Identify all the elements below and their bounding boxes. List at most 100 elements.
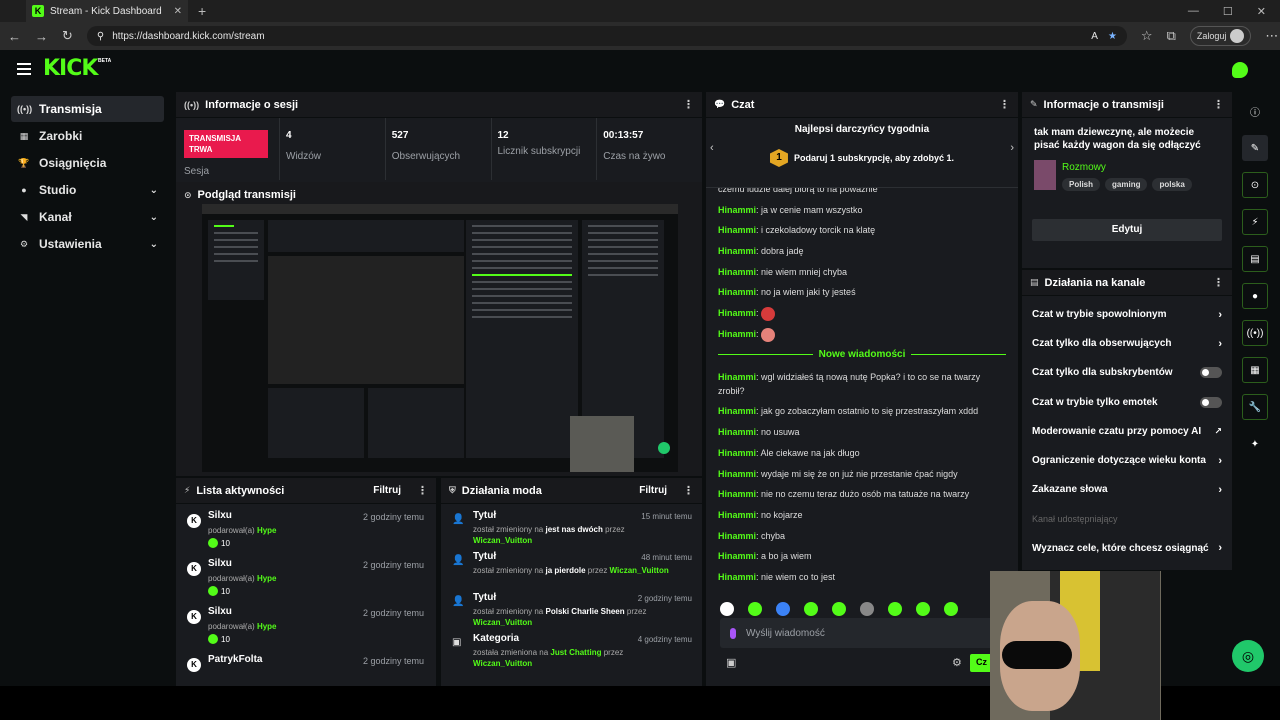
nav-settings[interactable]: ⚙ Ustawienia ⌄ [11,231,164,257]
minimize-icon[interactable]: — [1188,5,1199,18]
close-tab-icon[interactable]: ✕ [174,6,182,17]
activity-row: K Silxu 2 godziny temu podarował(a) Hype 10 [176,600,436,648]
session-icon: ((•)) [184,99,200,110]
nav-stream[interactable]: ((•)) Transmisja [11,96,164,122]
favorites-icon[interactable]: ☆ [1141,28,1153,44]
back-icon[interactable]: ← [8,29,21,44]
more-options-icon[interactable]: ⋮ [683,98,694,111]
chat-message: Hinammi: ja w cenie mam wszystko [718,204,863,215]
gear-icon[interactable]: ⚙ [952,656,962,669]
chat-message: Hinammi: no ja wiem jaki ty jesteś [718,287,856,298]
pencil-icon: ✎ [1030,99,1038,109]
emote-icon[interactable] [720,602,734,616]
preview-title: Podgląd transmisji [197,189,296,201]
preview-panel: ⊙ Podgląd transmisji [176,182,702,476]
chevron-right-icon: › [1218,454,1222,467]
preview-icon: ⊙ [184,189,192,200]
followers-only-row[interactable]: Czat tylko dla obserwujących › [1022,329,1232,358]
emote-icon[interactable] [944,602,958,616]
layout-icon[interactable]: ▦ [1242,357,1268,383]
browser-tab[interactable]: K Stream - Kick Dashboard ✕ [26,0,188,22]
ai-moderation-row[interactable]: Moderowanie czatu przy pomocy AI ↗ [1022,417,1232,446]
mod-filter-button[interactable]: Filtruj [639,485,667,496]
banned-words-row[interactable]: Zakazane słowa › [1022,475,1232,504]
chat-message: Hinammi: [718,306,1006,321]
emote-only-toggle[interactable] [1200,396,1222,408]
reload-icon[interactable]: ↻ [62,28,73,44]
chevron-right-icon[interactable]: › [1010,142,1014,154]
channel-actions-panel: ▤ Działania na kanale ⋮ Czat w trybie spow… [1022,270,1232,570]
subs-only-toggle[interactable] [1200,367,1222,379]
chevron-left-icon[interactable]: ‹ [710,142,714,154]
stream-preview-video[interactable] [202,204,678,472]
mic-icon[interactable] [730,627,736,639]
kick-logo[interactable]: KICK [43,56,98,81]
preview-icon[interactable]: ⊙ [1242,172,1268,198]
session-title: Informacje o sesji [205,98,299,111]
chat-icon[interactable]: ● [1242,283,1268,309]
gift-icon[interactable]: ▣ [726,656,736,669]
read-aloud-icon[interactable]: A [1091,31,1098,42]
chat-message: Hinammi: no usuwa [718,427,800,438]
emote-icon[interactable] [888,602,902,616]
account-age-row[interactable]: Ograniczenie dotyczące wieku konta › [1022,446,1232,475]
activity-row: K Silxu 2 godziny temu podarował(a) Hype 10 [176,504,436,552]
more-options-icon[interactable]: ⋮ [683,484,694,497]
more-options-icon[interactable]: ⋮ [1213,276,1224,289]
more-icon[interactable]: ⋯ [1265,28,1278,44]
forward-icon[interactable]: → [35,29,48,44]
tab-title: Stream - Kick Dashboard [50,5,162,17]
chevron-right-icon: › [1218,308,1222,321]
wrench-icon[interactable]: 🔧 [1242,394,1268,420]
emote-icon[interactable] [804,602,818,616]
pencil-icon[interactable]: ✎ [1242,135,1268,161]
new-tab-icon[interactable]: + [198,3,206,19]
broadcast-icon[interactable]: ((•)) [1242,320,1268,346]
emote-icon[interactable] [776,602,790,616]
beta-badge: BETA [98,58,112,64]
lightning-icon[interactable]: ⚡ [1242,209,1268,235]
more-options-icon[interactable]: ⋮ [1213,98,1224,111]
external-link-icon: ↗ [1214,425,1222,436]
login-button[interactable]: Zaloguj [1189,26,1252,46]
slow-mode-row[interactable]: Czat w trybie spowolnionym › [1022,300,1232,329]
kick-coin-icon [208,586,218,596]
nav-studio[interactable]: ● Studio ⌄ [11,177,164,203]
close-window-icon[interactable]: ✕ [1257,5,1266,18]
stream-info-panel: ✎ Informacje o transmisji ⋮ tak mam dziewc… [1022,92,1232,268]
preview-webcam [570,416,634,472]
list-icon[interactable]: ▤ [1242,246,1268,272]
goals-row[interactable]: Wyznacz cele, które chcesz osiągnąć › [1022,534,1232,563]
emote-icon[interactable] [748,602,762,616]
more-options-icon[interactable]: ⋮ [999,98,1010,111]
user-icon: 👤 [452,555,465,566]
apps-icon[interactable]: ✦ [1242,431,1268,457]
emote-icon[interactable] [860,602,874,616]
maximize-icon[interactable]: ☐ [1223,5,1233,18]
url-field[interactable]: ⚲ https://dashboard.kick.com/stream A ★ [86,26,1127,46]
activity-filter-button[interactable]: Filtruj [373,485,401,496]
wallet-icon: ▦ [19,130,29,141]
nav-channel[interactable]: ◥ Kanał ⌄ [11,204,164,230]
support-icon[interactable]: ◎ [1232,640,1264,672]
kick-icon: K [187,562,201,576]
address-bar-row: ← → ↻ ⚲ https://dashboard.kick.com/strea… [0,22,1280,50]
nav-earnings[interactable]: ▦ Zarobki [11,123,164,149]
favorite-icon[interactable]: ★ [1108,31,1117,42]
edit-button[interactable]: Edytuj [1032,219,1222,241]
chat-input[interactable]: Wyślij wiadomość [720,618,1000,648]
webcam-overlay [990,571,1161,720]
menu-icon[interactable] [17,63,31,75]
site-info-icon[interactable]: ⚲ [97,31,104,42]
more-options-icon[interactable]: ⋮ [417,484,428,497]
info-icon[interactable]: ⓘ [1242,98,1268,124]
user-badge-icon[interactable] [1232,62,1248,78]
stat-live-time: 00:13:57 Czas na żywo [603,130,666,162]
nav-achievements[interactable]: 🏆 Osiągnięcia [11,150,164,176]
kick-icon: K [187,658,201,672]
mod-row: ▣ Kategoria 4 godziny temu została zmienion… [452,633,692,668]
emote-icon[interactable] [916,602,930,616]
kick-coin-icon [208,634,218,644]
collections-icon[interactable]: ⧉ [1167,28,1176,44]
emote-icon[interactable] [832,602,846,616]
